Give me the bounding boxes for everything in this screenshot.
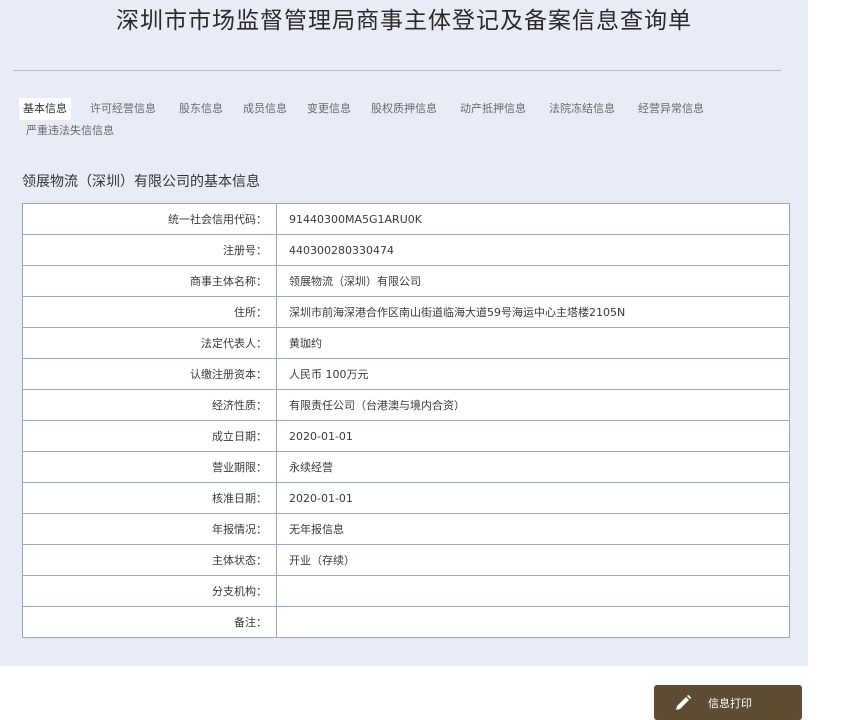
field-value: 人民币 100万元	[276, 358, 790, 390]
table-row: 营业期限： 永续经营	[22, 451, 790, 483]
tab-chattel-mortgage-info[interactable]: 动产抵押信息	[460, 98, 526, 120]
table-row: 商事主体名称： 领展物流（深圳）有限公司	[22, 265, 790, 297]
tab-change-info[interactable]: 变更信息	[307, 98, 351, 120]
field-value: 开业（存续）	[276, 544, 790, 576]
page-title: 深圳市市场监督管理局商事主体登记及备案信息查询单	[116, 8, 692, 34]
query-panel: 深圳市市场监督管理局商事主体登记及备案信息查询单 基本信息 许可经营信息 股东信…	[0, 0, 808, 666]
field-label: 经济性质：	[22, 389, 277, 421]
field-label: 住所：	[22, 296, 277, 328]
tab-serious-violation-info[interactable]: 严重违法失信信息	[26, 120, 114, 142]
table-row: 主体状态： 开业（存续）	[22, 544, 790, 576]
title-divider	[13, 70, 781, 71]
field-value: 深圳市前海深港合作区南山街道临海大道59号海运中心主塔楼2105N	[276, 296, 790, 328]
tab-abnormal-operation-info[interactable]: 经营异常信息	[638, 98, 704, 120]
field-value: 有限责任公司（台港澳与境内合资）	[276, 389, 790, 421]
table-row: 住所： 深圳市前海深港合作区南山街道临海大道59号海运中心主塔楼2105N	[22, 296, 790, 328]
table-row: 核准日期： 2020-01-01	[22, 482, 790, 514]
field-label: 备注：	[22, 606, 277, 638]
table-row: 认缴注册资本： 人民币 100万元	[22, 358, 790, 390]
field-label: 注册号：	[22, 234, 277, 266]
tab-basic-info[interactable]: 基本信息	[19, 98, 71, 120]
tab-permit-info[interactable]: 许可经营信息	[90, 98, 156, 120]
tab-member-info[interactable]: 成员信息	[243, 98, 287, 120]
field-label: 营业期限：	[22, 451, 277, 483]
field-value: 黄珈约	[276, 327, 790, 359]
section-title: 领展物流（深圳）有限公司的基本信息	[22, 174, 260, 190]
field-value: 91440300MA5G1ARU0K	[276, 203, 790, 235]
table-row: 法定代表人： 黄珈约	[22, 327, 790, 359]
field-label: 年报情况：	[22, 513, 277, 545]
field-label: 统一社会信用代码：	[22, 203, 277, 235]
field-label: 核准日期：	[22, 482, 277, 514]
basic-info-table: 统一社会信用代码： 91440300MA5G1ARU0K 注册号： 44030028…	[22, 203, 790, 638]
table-row: 备注：	[22, 606, 790, 638]
field-label: 主体状态：	[22, 544, 277, 576]
tab-court-freeze-info[interactable]: 法院冻结信息	[549, 98, 615, 120]
pencil-icon	[674, 694, 692, 712]
tab-shareholder-info[interactable]: 股东信息	[179, 98, 223, 120]
field-value: 永续经营	[276, 451, 790, 483]
print-info-button[interactable]: 信息打印	[654, 685, 802, 720]
info-tabs: 基本信息 许可经营信息 股东信息 成员信息 变更信息 股权质押信息 动产抵押信息…	[19, 98, 762, 142]
table-row: 统一社会信用代码： 91440300MA5G1ARU0K	[22, 203, 790, 235]
field-value	[276, 575, 790, 607]
print-button-label: 信息打印	[708, 696, 752, 710]
field-value: 2020-01-01	[276, 420, 790, 452]
field-label: 法定代表人：	[22, 327, 277, 359]
table-row: 分支机构：	[22, 575, 790, 607]
table-row: 注册号： 440300280330474	[22, 234, 790, 266]
table-row: 经济性质： 有限责任公司（台港澳与境内合资）	[22, 389, 790, 421]
tab-equity-pledge-info[interactable]: 股权质押信息	[371, 98, 437, 120]
field-label: 商事主体名称：	[22, 265, 277, 297]
field-value: 2020-01-01	[276, 482, 790, 514]
table-row: 成立日期： 2020-01-01	[22, 420, 790, 452]
field-label: 成立日期：	[22, 420, 277, 452]
field-value: 领展物流（深圳）有限公司	[276, 265, 790, 297]
table-row: 年报情况： 无年报信息	[22, 513, 790, 545]
field-value	[276, 606, 790, 638]
field-value: 无年报信息	[276, 513, 790, 545]
field-label: 认缴注册资本：	[22, 358, 277, 390]
field-label: 分支机构：	[22, 575, 277, 607]
field-value: 440300280330474	[276, 234, 790, 266]
